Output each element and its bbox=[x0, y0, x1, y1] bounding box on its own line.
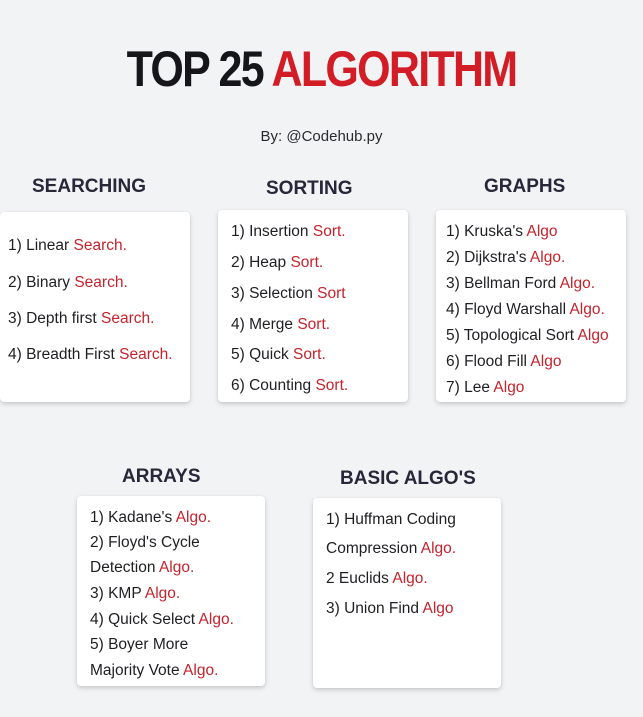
list-item: 6) Counting Sort. bbox=[231, 377, 349, 394]
list-item: Majority Vote Algo. bbox=[90, 662, 219, 679]
list-item: 1) Kruska's Algo bbox=[446, 223, 558, 240]
searching-heading: SEARCHING bbox=[32, 176, 147, 197]
list-item: 2) Floyd's Cycle bbox=[90, 534, 200, 551]
list-item: 3) KMP Algo. bbox=[90, 585, 181, 602]
list-item: 1) Linear Search. bbox=[8, 237, 127, 254]
searching-card: 1) Linear Search. 2) Binary Search. 3) D… bbox=[0, 212, 190, 402]
list-item: 5) Quick Sort. bbox=[231, 346, 326, 363]
basic-algos-heading: BASIC ALGO'S bbox=[340, 468, 476, 489]
page-title: TOP 25 ALGORITHM bbox=[45, 44, 598, 94]
title-part1: TOP 25 bbox=[126, 41, 265, 97]
list-item: 1) Huffman Coding bbox=[326, 511, 456, 528]
list-item: 4) Merge Sort. bbox=[231, 316, 331, 333]
list-item: 5) Boyer More bbox=[90, 636, 189, 653]
list-item: 2) Heap Sort. bbox=[231, 254, 324, 271]
sorting-heading: SORTING bbox=[266, 178, 353, 199]
byline: By: @Codehub.py bbox=[260, 128, 383, 145]
list-item: Compression Algo. bbox=[326, 540, 457, 557]
list-item: 3) Bellman Ford Algo. bbox=[446, 275, 596, 292]
list-item: 3) Union Find Algo bbox=[326, 600, 454, 617]
arrays-card: 1) Kadane's Algo. 2) Floyd's Cycle Detec… bbox=[77, 496, 265, 686]
list-item: 2 Euclids Algo. bbox=[326, 570, 428, 587]
graphs-card: 1) Kruska's Algo 2) Dijkstra's Algo. 3) … bbox=[436, 210, 626, 402]
list-item: 4) Breadth First Search. bbox=[8, 346, 173, 363]
list-item: 7) Lee Algo bbox=[446, 379, 525, 396]
list-item: 4) Quick Select Algo. bbox=[90, 611, 234, 628]
list-item: 4) Floyd Warshall Algo. bbox=[446, 301, 605, 318]
list-item: 2) Binary Search. bbox=[8, 274, 128, 291]
graphs-heading: GRAPHS bbox=[484, 176, 566, 197]
list-item: 2) Dijkstra's Algo. bbox=[446, 249, 566, 266]
list-item: 1) Kadane's Algo. bbox=[90, 509, 212, 526]
sorting-card: 1) Insertion Sort. 2) Heap Sort. 3) Sele… bbox=[218, 210, 408, 402]
title-part2: ALGORITHM bbox=[271, 41, 519, 97]
arrays-heading: ARRAYS bbox=[122, 466, 201, 487]
list-item: 6) Flood Fill Algo bbox=[446, 353, 562, 370]
list-item: 3) Depth first Search. bbox=[8, 310, 155, 327]
basic-algos-card: 1) Huffman Coding Compression Algo. 2 Eu… bbox=[313, 498, 501, 688]
list-item: Detection Algo. bbox=[90, 559, 195, 576]
list-item: 1) Insertion Sort. bbox=[231, 223, 346, 240]
list-item: 3) Selection Sort bbox=[231, 285, 346, 302]
list-item: 5) Topological Sort Algo bbox=[446, 327, 609, 344]
